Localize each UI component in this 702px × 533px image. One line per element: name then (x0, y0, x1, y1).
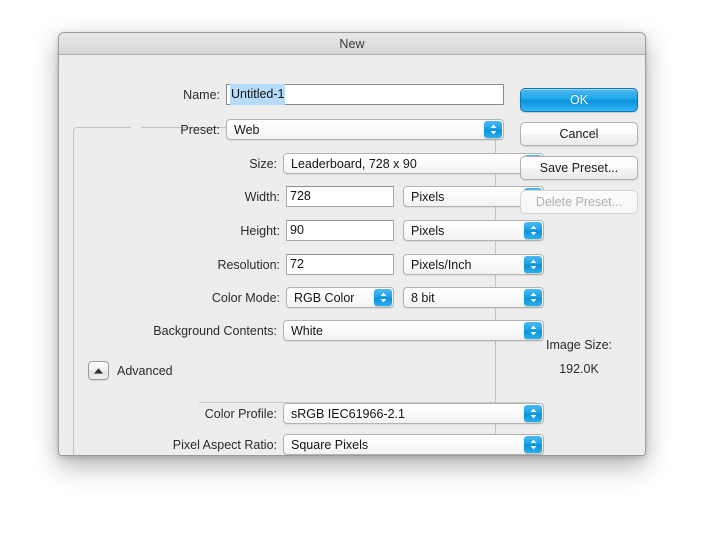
chevron-updown-icon (374, 289, 392, 306)
new-document-dialog: New Name: Untitled-1 Preset: Web Size: L… (58, 32, 646, 456)
height-label: Height: (240, 223, 280, 238)
color-mode-label: Color Mode: (211, 290, 280, 305)
cancel-button[interactable]: Cancel (520, 122, 638, 146)
triangle-up-icon (93, 362, 104, 380)
pixel-aspect-ratio-select[interactable]: Square Pixels (283, 434, 544, 455)
width-input-value: 728 (290, 189, 311, 203)
preset-select[interactable]: Web (226, 119, 504, 140)
height-input[interactable]: 90 (286, 220, 394, 241)
delete-preset-button: Delete Preset... (520, 190, 638, 214)
name-row: Name: Untitled-1 (59, 84, 504, 105)
resolution-input-value: 72 (290, 257, 304, 271)
bit-depth-value: 8 bit (411, 290, 435, 305)
color-profile-row: Color Profile: sRGB IEC61966-2.1 (59, 403, 544, 424)
save-preset-button-label: Save Preset... (539, 161, 619, 175)
resolution-input[interactable]: 72 (286, 254, 394, 275)
dialog-title: New (339, 36, 365, 51)
preset-select-value: Web (234, 122, 260, 137)
advanced-header: Advanced (88, 361, 173, 380)
dialog-titlebar[interactable]: New (59, 33, 645, 55)
chevron-updown-icon (524, 256, 542, 273)
image-size-label: Image Size: (545, 338, 612, 352)
background-contents-select[interactable]: White (283, 320, 544, 341)
size-label: Size: (249, 156, 277, 171)
height-unit-value: Pixels (411, 223, 445, 238)
chevron-updown-icon (524, 289, 542, 306)
pixel-aspect-ratio-value: Square Pixels (291, 437, 369, 452)
name-label: Name: (183, 87, 220, 102)
background-contents-label: Background Contents: (153, 323, 277, 338)
image-size-readout: Image Size: 192.0K (514, 333, 644, 381)
save-preset-button[interactable]: Save Preset... (520, 156, 638, 180)
size-select[interactable]: Leaderboard, 728 x 90 (283, 153, 544, 174)
image-size-value: 192.0K (559, 362, 599, 376)
chevron-updown-icon (484, 121, 502, 138)
chevron-updown-icon (524, 436, 542, 453)
preset-label: Preset: (180, 122, 220, 137)
advanced-label: Advanced (117, 363, 173, 378)
color-profile-value: sRGB IEC61966-2.1 (291, 406, 405, 421)
color-mode-row: Color Mode: RGB Color 8 bit (59, 287, 544, 308)
cancel-button-label: Cancel (559, 127, 599, 141)
preset-row: Preset: Web (59, 119, 504, 140)
size-row: Size: Leaderboard, 728 x 90 (59, 153, 544, 174)
dialog-body: Name: Untitled-1 Preset: Web Size: Leade… (59, 55, 645, 455)
color-profile-select[interactable]: sRGB IEC61966-2.1 (283, 403, 544, 424)
pixel-aspect-ratio-row: Pixel Aspect Ratio: Square Pixels (59, 434, 544, 455)
delete-preset-button-label: Delete Preset... (535, 195, 623, 209)
width-label: Width: (244, 189, 280, 204)
ok-button-label: OK (569, 93, 589, 107)
background-contents-row: Background Contents: White (59, 320, 544, 341)
chevron-updown-icon (524, 222, 542, 239)
width-row: Width: 728 Pixels (59, 186, 544, 207)
resolution-unit-select[interactable]: Pixels/Inch (403, 254, 544, 275)
height-row: Height: 90 Pixels (59, 220, 544, 241)
bit-depth-select[interactable]: 8 bit (403, 287, 544, 308)
pixel-aspect-ratio-label: Pixel Aspect Ratio: (172, 437, 277, 452)
resolution-row: Resolution: 72 Pixels/Inch (59, 254, 544, 275)
advanced-disclosure-toggle[interactable] (88, 361, 109, 380)
resolution-label: Resolution: (217, 257, 280, 272)
color-mode-select[interactable]: RGB Color (286, 287, 394, 308)
width-input[interactable]: 728 (286, 186, 394, 207)
height-input-value: 90 (290, 223, 304, 237)
color-profile-label: Color Profile: (204, 406, 277, 421)
color-mode-value: RGB Color (294, 290, 355, 305)
resolution-unit-value: Pixels/Inch (411, 257, 472, 272)
name-input[interactable]: Untitled-1 (226, 84, 504, 105)
height-unit-select[interactable]: Pixels (403, 220, 544, 241)
ok-button[interactable]: OK (520, 88, 638, 112)
chevron-updown-icon (524, 405, 542, 422)
width-unit-value: Pixels (411, 189, 445, 204)
name-input-value: Untitled-1 (230, 84, 285, 105)
background-contents-value: White (291, 323, 323, 338)
size-select-value: Leaderboard, 728 x 90 (291, 156, 417, 171)
